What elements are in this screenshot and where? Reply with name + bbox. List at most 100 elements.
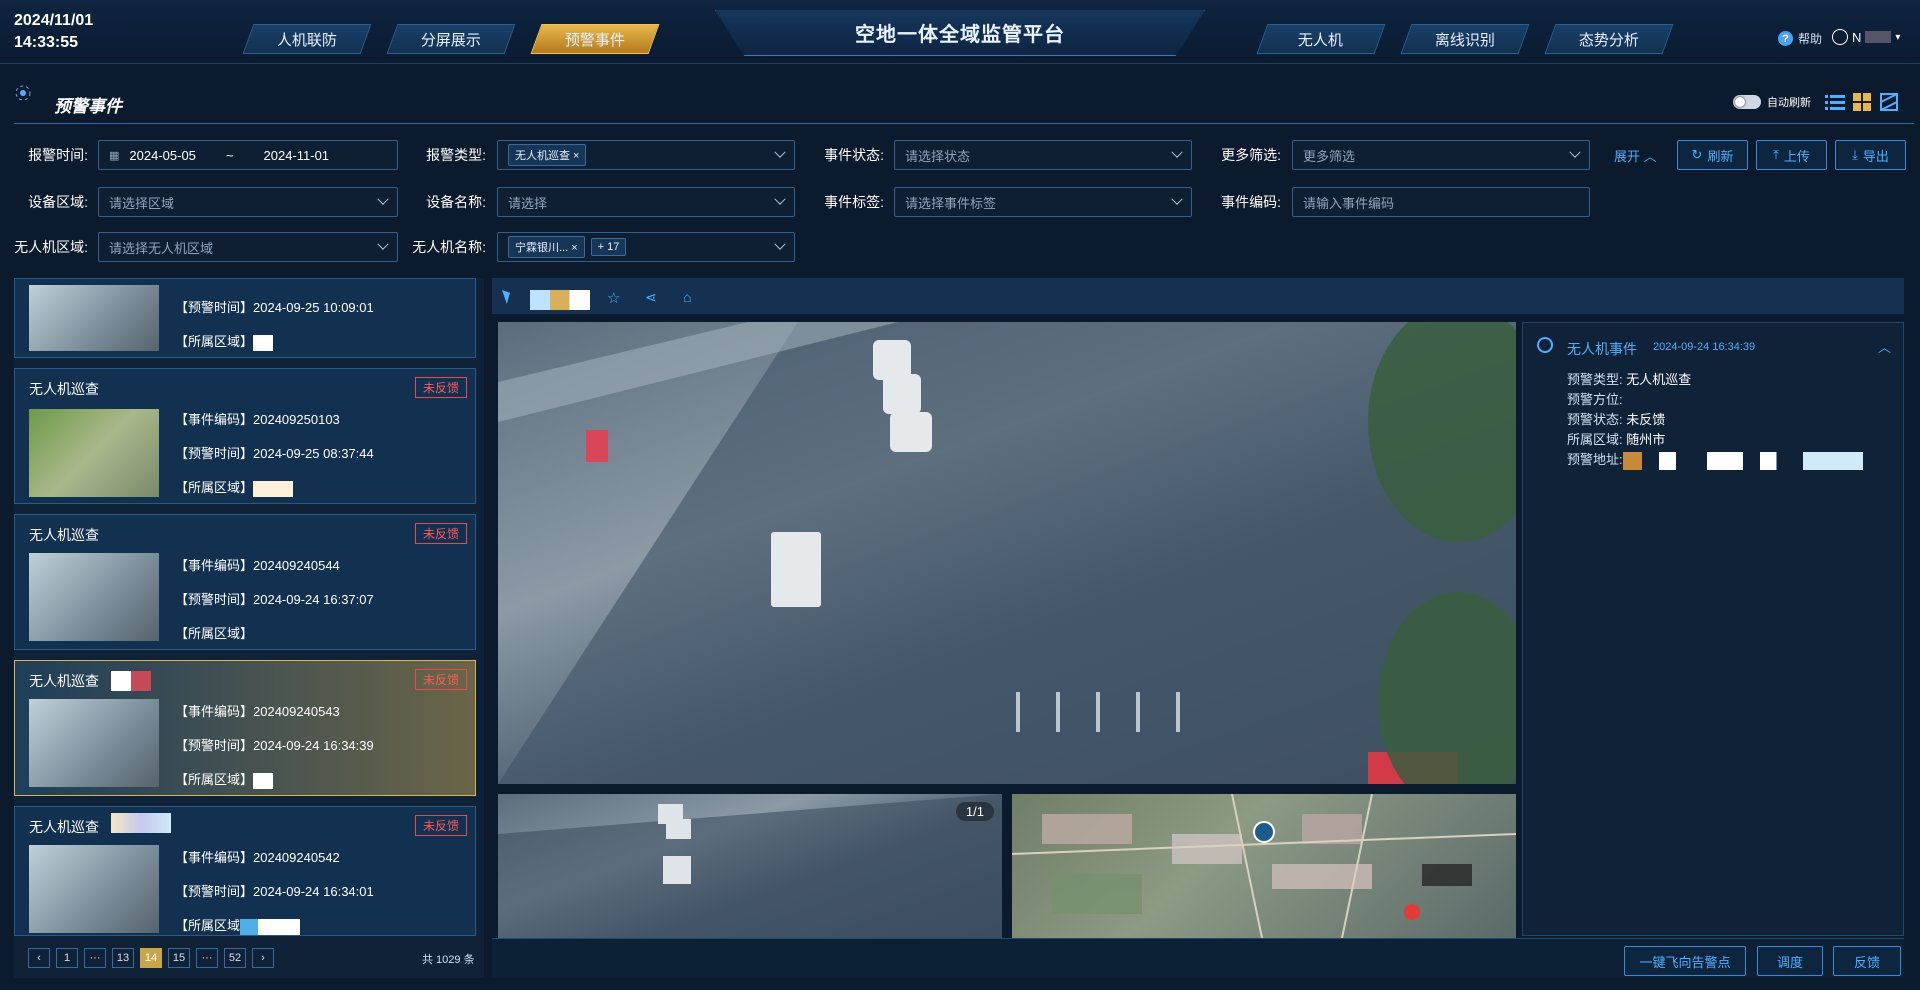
list-item-selected[interactable]: 无人机巡查 未反馈 【事件编码】202409240543 【预警时间】2024-… [14, 660, 476, 796]
page-ellipsis[interactable]: ··· [84, 948, 106, 968]
road-scene [498, 322, 1516, 784]
app-title-banner: 空地一体全域监管平台 [715, 10, 1205, 56]
dispatch-button[interactable]: 调度 [1757, 946, 1823, 976]
collapse-icon[interactable]: ︿ [1878, 337, 1891, 356]
status-badge: 未反馈 [414, 815, 467, 836]
page-button[interactable]: 52 [224, 948, 246, 968]
upload-icon: ⤒ [1773, 147, 1779, 162]
redacted-block [530, 290, 590, 310]
label-event-tag: 事件标签: [824, 194, 884, 210]
tab-situation-analysis[interactable]: 态势分析 [1544, 24, 1674, 54]
page-header [14, 84, 1914, 124]
list-item[interactable]: 无人机巡查 未反馈 【事件编码】202409250103 【预警时间】2024-… [14, 368, 476, 504]
uav-name-select[interactable]: 宁霖银川... × + 17 [497, 232, 795, 262]
calendar-icon: ▦ [109, 149, 120, 162]
label-uav-area: 无人机区域: [14, 239, 88, 255]
media-toolbar [492, 278, 1904, 314]
feedback-button[interactable]: 反馈 [1833, 946, 1901, 976]
radar-icon [14, 84, 32, 102]
app-title: 空地一体全域监管平台 [855, 24, 1065, 46]
event-thumbnail [29, 845, 159, 933]
share-icon[interactable]: ⋖ [645, 289, 657, 306]
fly-to-alarm-button[interactable]: 一键飞向告警点 [1624, 946, 1746, 976]
toggle-switch[interactable] [1733, 95, 1761, 109]
chevron-down-icon [377, 193, 389, 205]
label-device-name: 设备名称: [426, 194, 486, 210]
list-item[interactable]: 【预警时间】2024-09-25 10:09:01 【所属区域】 [14, 278, 476, 358]
tab-warning-events[interactable]: 预警事件 [530, 24, 660, 54]
user-icon [1832, 29, 1848, 45]
export-button[interactable]: ⤓ 导出 [1835, 140, 1906, 170]
prev-page-button[interactable]: ‹ [28, 948, 50, 968]
main-video-frame[interactable] [498, 322, 1516, 784]
chevron-down-icon [774, 238, 786, 250]
road-snapshot [498, 794, 1002, 938]
tab-offline-recognition[interactable]: 离线识别 [1400, 24, 1530, 54]
chevron-down-icon [1171, 193, 1183, 205]
label-event-status: 事件状态: [824, 147, 884, 163]
refresh-icon: ↻ [1691, 147, 1703, 162]
user-menu[interactable]: N ▾ [1832, 29, 1900, 45]
status-badge: 未反馈 [414, 669, 467, 690]
image-counter: 1/1 [955, 802, 994, 821]
tag-icon[interactable]: ⌂ [683, 289, 691, 305]
detail-time: 2024-09-24 16:34:39 [1653, 341, 1756, 353]
status-badge: 未反馈 [414, 377, 467, 398]
alarm-type-tag[interactable]: 无人机巡查 × [508, 144, 587, 166]
event-thumbnail [29, 409, 159, 497]
tab-joint-defense[interactable]: 人机联防 [242, 24, 372, 54]
page-button[interactable]: 1 [56, 948, 78, 968]
expand-toggle[interactable]: 展开 ︿ [1614, 146, 1657, 165]
label-alarm-type: 报警类型: [426, 147, 486, 163]
event-tag-select[interactable]: 请选择事件标签 [894, 187, 1192, 217]
device-name-select[interactable]: 请选择 [497, 187, 795, 217]
chevron-down-icon [377, 238, 389, 250]
page-title: 预警事件 [54, 97, 122, 116]
grid-view-icon[interactable] [1853, 93, 1871, 114]
label-more-filters: 更多筛选: [1221, 147, 1281, 163]
help-link[interactable]: ? 帮助 [1778, 30, 1822, 47]
date-range-picker[interactable]: ▦ 2024-05-05 ~ 2024-11-01 [98, 140, 398, 170]
label-device-area: 设备区域: [28, 194, 88, 210]
list-item[interactable]: 无人机巡查 未反馈 【事件编码】202409240542 【预警时间】2024-… [14, 806, 476, 936]
page-button[interactable]: 15 [168, 948, 190, 968]
uav-name-tag[interactable]: 宁霖银川... × [508, 236, 585, 258]
alarm-type-select[interactable]: 无人机巡查 × [497, 140, 795, 170]
page-ellipsis[interactable]: ··· [196, 948, 218, 968]
pagination: ‹ 1 ··· 13 14 15 ··· 52 › [28, 948, 274, 968]
clock: 2024/11/01 14:33:55 [14, 10, 93, 54]
time-text: 14:33:55 [14, 34, 79, 51]
event-icon [1537, 337, 1553, 353]
page-button-current[interactable]: 14 [140, 948, 162, 968]
tab-split-screen[interactable]: 分屏展示 [386, 24, 516, 54]
label-uav-name: 无人机名称: [412, 239, 486, 255]
star-icon[interactable]: ☆ [607, 289, 620, 307]
snapshot-frame[interactable]: 1/1 [498, 794, 1002, 938]
redacted-block [253, 334, 274, 351]
satellite-map[interactable] [1012, 794, 1516, 938]
auto-refresh-toggle[interactable]: 自动刷新 [1733, 94, 1811, 110]
list-view-icon[interactable] [1825, 93, 1845, 114]
refresh-button[interactable]: ↻ 刷新 [1677, 140, 1748, 170]
list-item[interactable]: 无人机巡查 未反馈 【事件编码】202409240544 【预警时间】2024-… [14, 514, 476, 650]
help-icon: ? [1778, 31, 1793, 46]
next-page-button[interactable]: › [252, 948, 274, 968]
redacted-block [240, 918, 301, 935]
map-tiles [1012, 794, 1516, 938]
label-event-code: 事件编码: [1221, 194, 1281, 210]
chevron-down-icon [1569, 146, 1581, 158]
redacted-block [111, 671, 151, 691]
uav-area-select[interactable]: 请选择无人机区域 [98, 232, 398, 262]
redacted-address [1622, 451, 1863, 470]
page-button[interactable]: 13 [112, 948, 134, 968]
upload-button[interactable]: ⤒ 上传 [1756, 140, 1827, 170]
event-code-input[interactable]: 请输入事件编码 [1292, 187, 1590, 217]
tab-uav[interactable]: 无人机 [1256, 24, 1386, 54]
more-filters-select[interactable]: 更多筛选 [1292, 140, 1590, 170]
event-status-select[interactable]: 请选择状态 [894, 140, 1192, 170]
map-view-icon[interactable] [1880, 93, 1898, 114]
uav-name-more-tag[interactable]: + 17 [590, 238, 627, 256]
device-area-select[interactable]: 请选择区域 [98, 187, 398, 217]
redacted-block [253, 772, 274, 789]
redacted-block [111, 813, 171, 833]
